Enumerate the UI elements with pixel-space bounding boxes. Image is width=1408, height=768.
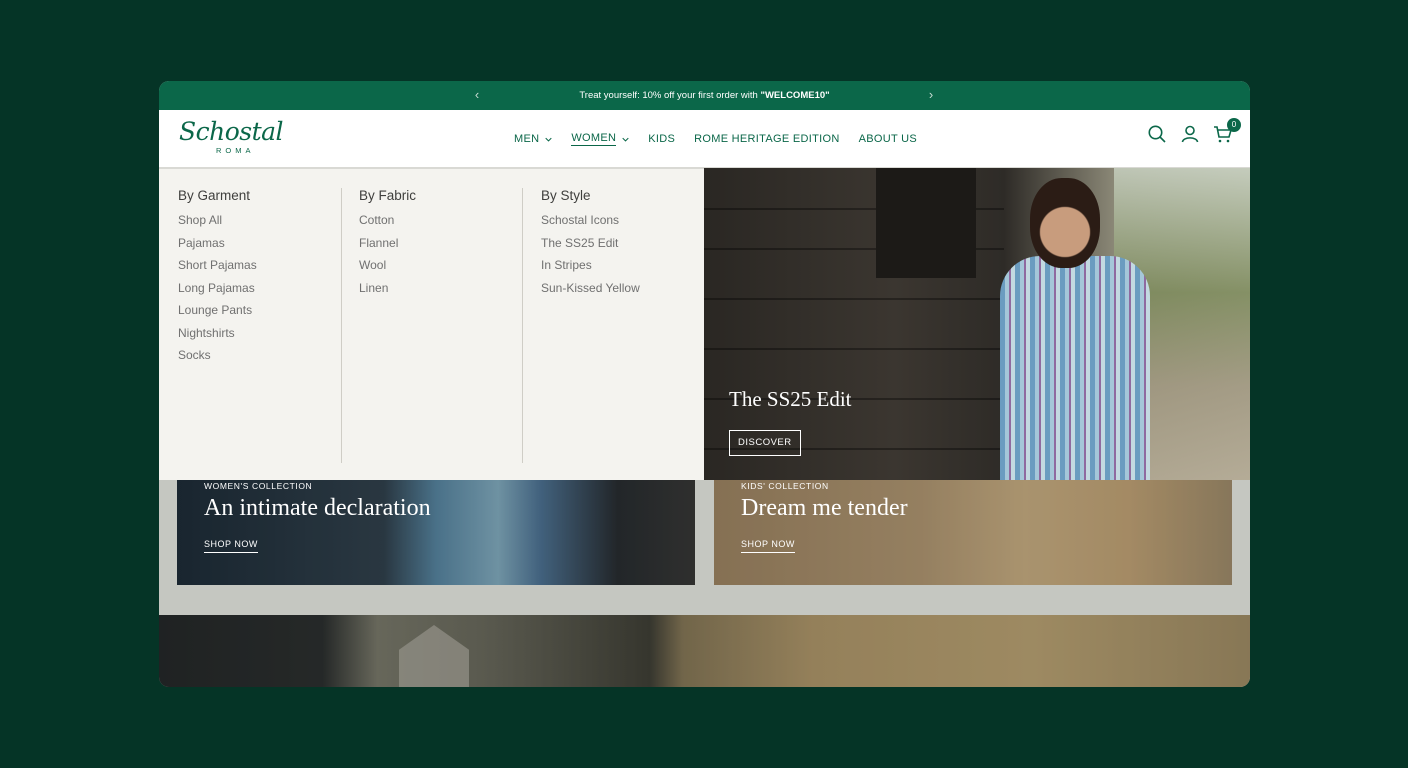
nav-women[interactable]: WOMEN — [571, 129, 629, 149]
menu-heading-fabric: By Fabric — [359, 188, 417, 203]
lower-banner-image — [159, 615, 1250, 687]
cart-count-badge: 0 — [1227, 118, 1241, 132]
cart-button[interactable]: 0 — [1213, 118, 1241, 144]
announcement-bar: ‹ Treat yourself: 10% off your first ord… — [159, 81, 1250, 110]
discover-button[interactable]: DISCOVER — [729, 430, 801, 456]
search-icon[interactable] — [1147, 124, 1167, 144]
nav-women-label: WOMEN — [571, 132, 617, 146]
menu-link-lounge-pants[interactable]: Lounge Pants — [178, 299, 348, 322]
menu-heading-style: By Style — [541, 188, 591, 203]
menu-link-shop-all[interactable]: Shop All — [178, 209, 348, 232]
nav-kids[interactable]: KIDS — [648, 129, 675, 149]
menu-link-schostal-icons[interactable]: Schostal Icons — [541, 209, 711, 232]
menu-feature-image[interactable]: The SS25 Edit DISCOVER — [704, 168, 1250, 480]
menu-link-short-pajamas[interactable]: Short Pajamas — [178, 254, 348, 277]
menu-link-nightshirts[interactable]: Nightshirts — [178, 322, 348, 345]
card-title: Dream me tender — [741, 495, 908, 521]
shop-now-link[interactable]: SHOP NOW — [741, 539, 795, 553]
menu-link-pajamas[interactable]: Pajamas — [178, 232, 348, 255]
fence-slat — [704, 298, 1004, 300]
menu-heading-garment: By Garment — [178, 188, 251, 203]
logo-wordmark: Schostal — [179, 117, 284, 146]
promo-code: "WELCOME10" — [760, 90, 830, 101]
menu-link-flannel[interactable]: Flannel — [359, 232, 529, 255]
nav-rome-label: ROME HERITAGE EDITION — [694, 133, 840, 145]
womens-collection-card[interactable]: WOMEN'S COLLECTION An intimate declarati… — [177, 480, 695, 585]
fence-slat — [704, 348, 1004, 350]
chevron-down-icon — [545, 137, 553, 142]
column-divider — [522, 188, 523, 463]
nav-men-label: MEN — [514, 133, 540, 145]
card-kicker: KIDS' COLLECTION — [741, 481, 829, 491]
mega-menu: By Garment Shop All Pajamas Short Pajama… — [159, 168, 704, 480]
announcement-prefix: Treat yourself: 10% off your first order… — [579, 90, 761, 101]
nav-men[interactable]: MEN — [514, 129, 553, 149]
card-title: An intimate declaration — [204, 495, 431, 521]
header-icons: 0 — [1134, 118, 1241, 144]
menu-link-ss25-edit[interactable]: The SS25 Edit — [541, 232, 711, 255]
kids-collection-card[interactable]: KIDS' COLLECTION Dream me tender SHOP NO… — [714, 480, 1232, 585]
browser-page: ‹ Treat yourself: 10% off your first ord… — [159, 81, 1250, 687]
card-kicker: WOMEN'S COLLECTION — [204, 481, 313, 491]
logo-subtitle: ROMA — [216, 146, 255, 155]
nav-about[interactable]: ABOUT US — [859, 129, 917, 149]
image-overlay — [159, 615, 1250, 687]
fence-opening — [876, 168, 976, 278]
menu-link-sun-kissed-yellow[interactable]: Sun-Kissed Yellow — [541, 277, 711, 300]
shop-now-link[interactable]: SHOP NOW — [204, 539, 258, 553]
model-striped-dress — [1000, 256, 1150, 480]
site-header: Schostal ROMA MEN WOMEN KIDS ROME HERITA… — [159, 110, 1250, 168]
feature-title: The SS25 Edit — [729, 387, 852, 411]
logo[interactable]: Schostal ROMA — [179, 118, 291, 158]
chevron-right-icon[interactable]: › — [924, 88, 938, 102]
menu-link-cotton[interactable]: Cotton — [359, 209, 529, 232]
nav-rome-heritage[interactable]: ROME HERITAGE EDITION — [694, 129, 839, 149]
user-icon[interactable] — [1180, 124, 1200, 144]
model-head — [1030, 178, 1100, 268]
menu-column-fabric: By Fabric Cotton Flannel Wool Linen — [359, 188, 529, 299]
menu-link-long-pajamas[interactable]: Long Pajamas — [178, 277, 348, 300]
menu-column-style: By Style Schostal Icons The SS25 Edit In… — [541, 188, 711, 299]
announcement-text: Treat yourself: 10% off your first order… — [579, 90, 829, 101]
chevron-left-icon[interactable]: ‹ — [470, 88, 484, 102]
chevron-down-icon — [622, 137, 629, 142]
main-nav: MEN WOMEN KIDS ROME HERITAGE EDITION ABO… — [514, 110, 936, 168]
column-divider — [341, 188, 342, 463]
nav-about-label: ABOUT US — [858, 133, 918, 145]
menu-link-socks[interactable]: Socks — [178, 344, 348, 367]
menu-link-linen[interactable]: Linen — [359, 277, 529, 300]
nav-kids-label: KIDS — [648, 133, 676, 145]
menu-link-wool[interactable]: Wool — [359, 254, 529, 277]
menu-link-in-stripes[interactable]: In Stripes — [541, 254, 711, 277]
menu-column-garment: By Garment Shop All Pajamas Short Pajama… — [178, 188, 348, 367]
